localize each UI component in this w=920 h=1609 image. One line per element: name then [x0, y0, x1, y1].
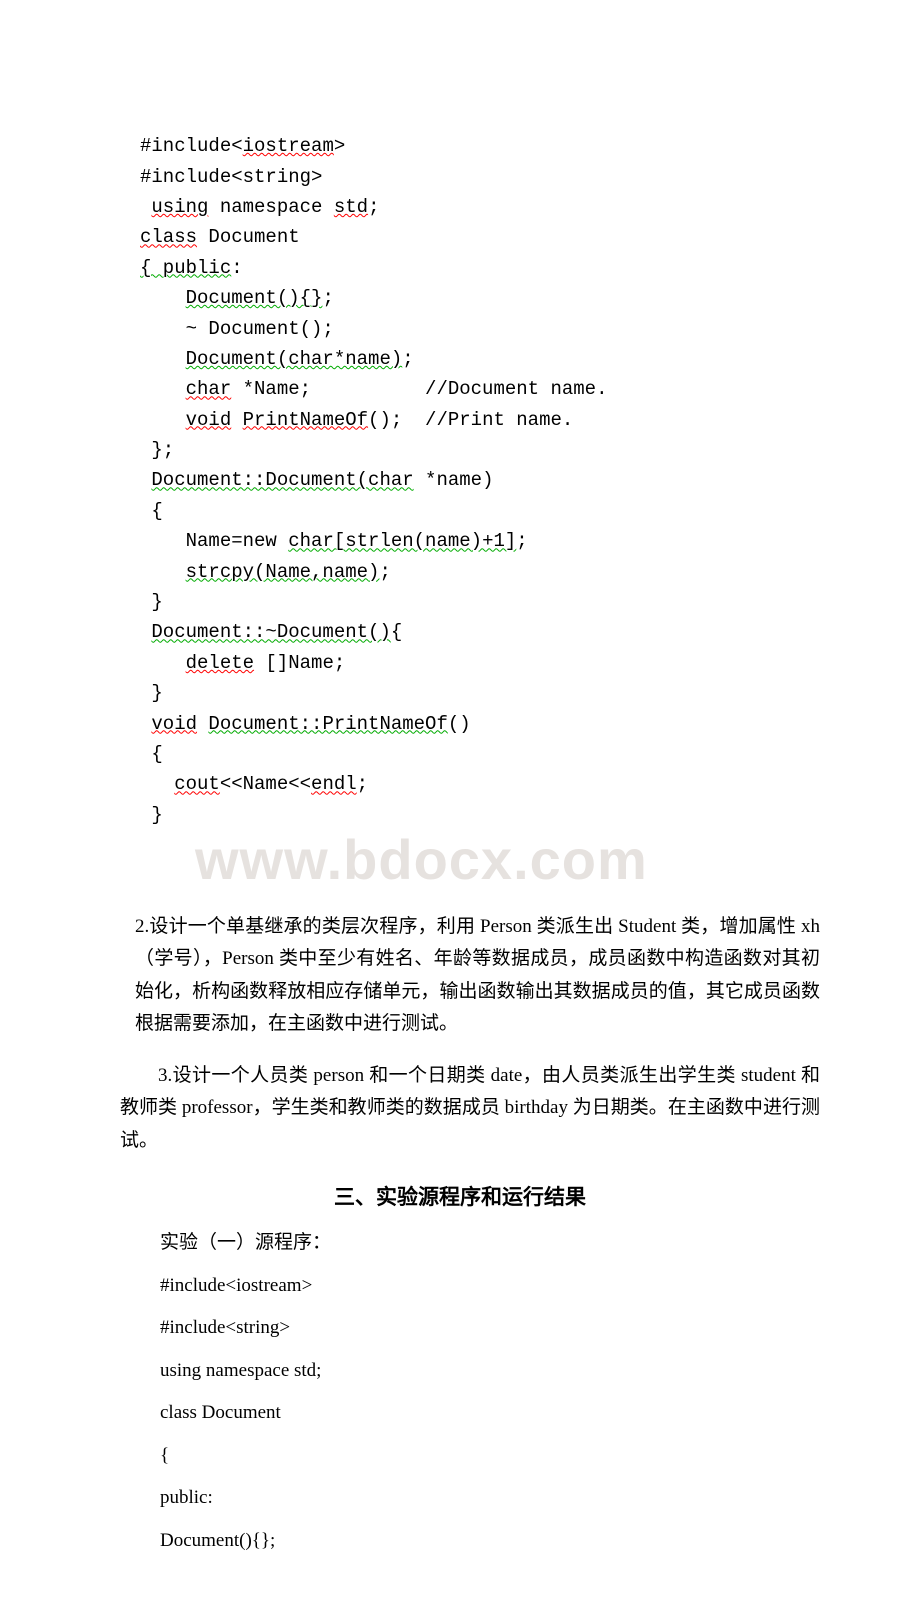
code-line: };: [140, 435, 860, 465]
code-segment: delete: [186, 652, 254, 674]
code-segment: }: [140, 591, 163, 613]
paragraph-2: 2.设计一个单基继承的类层次程序，利用 Person 类派生出 Student …: [135, 911, 820, 1040]
code-line: class Document: [140, 222, 860, 252]
code-segment: [140, 652, 186, 674]
code-line: Document(char*name);: [140, 344, 860, 374]
code-segment: [140, 561, 186, 583]
code-segment: Document::PrintNameOf: [208, 713, 447, 735]
code-line: strcpy(Name,name);: [140, 557, 860, 587]
code-segment: ~ Document();: [140, 318, 334, 340]
code-segment: [140, 378, 186, 400]
code-line: }: [140, 678, 860, 708]
section-heading-3: 三、实验源程序和运行结果: [60, 1181, 860, 1211]
code-segment: void: [186, 409, 232, 431]
code-content: #include<iostream> #include<string> using…: [140, 131, 860, 830]
code-segment: (): [448, 713, 471, 735]
code-segment: void: [151, 713, 197, 735]
code-segment: endl: [311, 773, 357, 795]
code-segment: }: [140, 682, 163, 704]
code-segment: #include<string>: [140, 166, 322, 188]
code-segment: Document::Document(char: [151, 469, 413, 491]
code-segment: *Name; //Document name.: [231, 378, 607, 400]
code-line: { public:: [140, 253, 860, 283]
code-segment: char: [186, 378, 232, 400]
body-line-1: 实验（一）源程序：: [160, 1229, 820, 1258]
code-segment: class: [140, 226, 197, 248]
code-segment: iostream: [243, 135, 334, 157]
code-segment: #include<: [140, 135, 243, 157]
body-line-4: using namespace std;: [160, 1357, 820, 1386]
code-segment: { public: [140, 257, 231, 279]
code-segment: [140, 773, 174, 795]
code-line: Document::~Document(){: [140, 617, 860, 647]
code-segment: [140, 348, 186, 370]
code-segment: PrintNameOf: [243, 409, 368, 431]
code-segment: [140, 469, 151, 491]
body-line-6: {: [160, 1442, 820, 1471]
code-segment: };: [140, 439, 174, 461]
code-line: void Document::PrintNameOf(): [140, 709, 860, 739]
code-segment: ;: [322, 287, 333, 309]
code-segment: [140, 287, 186, 309]
code-segment: >: [334, 135, 345, 157]
code-segment: Document::~Document(): [151, 621, 390, 643]
code-segment: strcpy(Name,name): [186, 561, 380, 583]
code-segment: []Name;: [254, 652, 345, 674]
code-segment: namespace: [208, 196, 333, 218]
code-segment: char[strlen(name)+1]: [288, 530, 516, 552]
document-page: www.bdocx.com #include<iostream>#include…: [0, 0, 920, 1609]
paragraph-3: 3.设计一个人员类 person 和一个日期类 date，由人员类派生出学生类 …: [120, 1060, 820, 1157]
code-segment: <<Name<<: [220, 773, 311, 795]
code-line: delete []Name;: [140, 648, 860, 678]
code-line: void PrintNameOf(); //Print name.: [140, 405, 860, 435]
code-segment: Document: [197, 226, 300, 248]
code-line: Name=new char[strlen(name)+1];: [140, 526, 860, 556]
code-segment: }: [140, 804, 163, 826]
code-segment: ;: [402, 348, 413, 370]
body-line-2: #include<iostream>: [160, 1272, 820, 1301]
code-line: #include<iostream>: [140, 131, 860, 161]
code-segment: (); //Print name.: [368, 409, 573, 431]
code-line: }: [140, 800, 860, 830]
code-segment: {: [391, 621, 402, 643]
code-segment: [140, 409, 186, 431]
code-segment: ;: [379, 561, 390, 583]
code-line: using namespace std;: [140, 192, 860, 222]
code-line: }: [140, 587, 860, 617]
code-segment: {: [140, 500, 163, 522]
body-line-3: #include<string>: [160, 1314, 820, 1343]
code-segment: [197, 713, 208, 735]
code-segment: cout: [174, 773, 220, 795]
code-segment: Document(char*name): [186, 348, 403, 370]
code-segment: [140, 196, 151, 218]
code-line: ~ Document();: [140, 314, 860, 344]
code-block: www.bdocx.com #include<iostream>#include…: [140, 40, 860, 891]
code-segment: using: [151, 196, 208, 218]
code-segment: std: [334, 196, 368, 218]
code-segment: ;: [357, 773, 368, 795]
code-segment: *name): [414, 469, 494, 491]
code-line: cout<<Name<<endl;: [140, 769, 860, 799]
code-line: {: [140, 496, 860, 526]
code-line: char *Name; //Document name.: [140, 374, 860, 404]
code-segment: ;: [516, 530, 527, 552]
code-segment: [140, 713, 151, 735]
code-line: Document(){};: [140, 283, 860, 313]
code-line: Document::Document(char *name): [140, 465, 860, 495]
body-line-7: public:: [160, 1484, 820, 1513]
code-line: {: [140, 739, 860, 769]
code-segment: {: [140, 743, 163, 765]
body-line-8: Document(){};: [160, 1527, 820, 1556]
code-segment: Name=new: [140, 530, 288, 552]
code-segment: Document(){}: [186, 287, 323, 309]
body-line-5: class Document: [160, 1399, 820, 1428]
code-segment: [231, 409, 242, 431]
code-segment: :: [231, 257, 242, 279]
code-segment: [140, 621, 151, 643]
code-line: #include<string>: [140, 162, 860, 192]
code-segment: ;: [368, 196, 379, 218]
